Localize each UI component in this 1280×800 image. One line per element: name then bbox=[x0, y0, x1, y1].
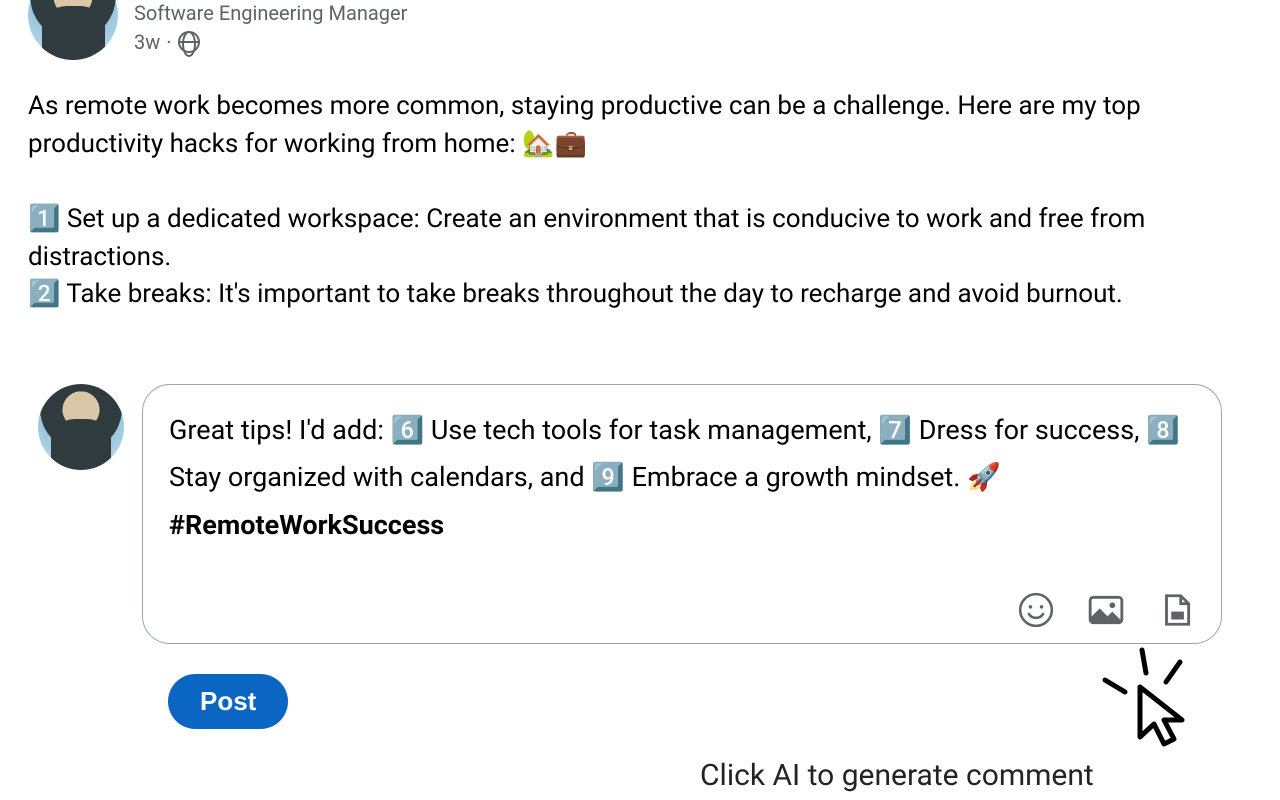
commenter-avatar[interactable] bbox=[38, 384, 124, 470]
comment-text-body: Great tips! I'd add: 6️⃣ Use tech tools … bbox=[169, 414, 1180, 493]
emoji-icon[interactable] bbox=[1017, 591, 1055, 629]
image-icon[interactable] bbox=[1087, 591, 1125, 629]
author-avatar[interactable] bbox=[28, 0, 118, 60]
callout-text: Click AI to generate comment bbox=[700, 758, 1094, 793]
cursor-annotation-icon bbox=[1090, 640, 1210, 750]
post-time: 3w bbox=[134, 30, 160, 54]
post-button[interactable]: Post bbox=[168, 674, 288, 729]
comment-input[interactable]: Great tips! I'd add: 6️⃣ Use tech tools … bbox=[142, 384, 1222, 644]
comment-row: Great tips! I'd add: 6️⃣ Use tech tools … bbox=[38, 384, 1252, 644]
globe-icon bbox=[178, 31, 200, 53]
post-meta: 3w · bbox=[134, 30, 407, 54]
comment-text[interactable]: Great tips! I'd add: 6️⃣ Use tech tools … bbox=[169, 407, 1195, 549]
comment-hashtag: #RemoteWorkSuccess bbox=[169, 509, 444, 541]
author-headline: Software Engineering Manager bbox=[134, 0, 407, 26]
comment-toolbar bbox=[169, 591, 1195, 629]
post-body: As remote work becomes more common, stay… bbox=[28, 88, 1252, 314]
meta-separator: · bbox=[166, 30, 171, 54]
post-header: Software Engineering Manager 3w · bbox=[28, 0, 1252, 60]
ai-generate-icon[interactable] bbox=[1157, 591, 1195, 629]
